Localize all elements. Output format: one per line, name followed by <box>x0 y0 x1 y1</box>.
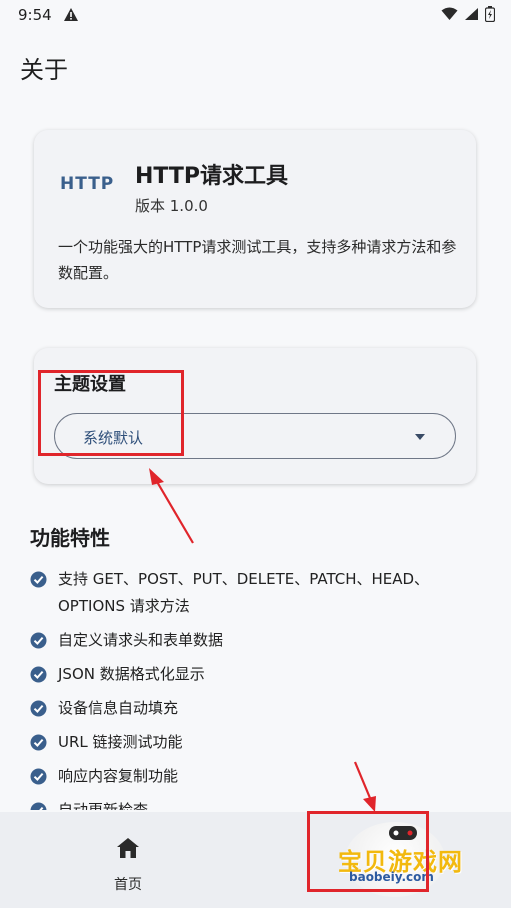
home-label: 首页 <box>114 877 142 893</box>
status-time: 9:54 <box>18 6 52 24</box>
check-icon <box>30 571 47 588</box>
app-version: 版本 1.0.0 <box>135 197 208 215</box>
feature-text: 自动更新检查 <box>58 801 149 810</box>
check-icon <box>30 768 47 785</box>
check-icon <box>30 632 47 649</box>
wifi-icon <box>441 7 458 20</box>
page-title: 关于 <box>20 56 68 84</box>
feature-item: 自动更新检查 <box>30 797 490 810</box>
app-logo: HTTP <box>60 174 115 194</box>
features-title: 功能特性 <box>30 526 110 550</box>
feature-text: 设备信息自动填充 <box>58 699 179 717</box>
feature-item: 自定义请求头和表单数据 <box>30 627 490 654</box>
warning-icon <box>64 8 78 21</box>
check-icon <box>30 666 47 683</box>
signal-icon <box>465 8 478 20</box>
battery-icon <box>485 6 495 22</box>
home-icon <box>117 838 139 858</box>
feature-text: 支持 GET、POST、PUT、DELETE、PATCH、HEAD、OPTION… <box>58 570 430 615</box>
feature-text: 响应内容复制功能 <box>58 767 179 785</box>
check-icon <box>30 734 47 751</box>
app-name: HTTP请求工具 <box>135 164 289 189</box>
dropdown-arrow-icon <box>415 434 425 440</box>
app-info-card: HTTP HTTP请求工具 版本 1.0.0 一个功能强大的HTTP请求测试工具… <box>34 130 476 308</box>
annotation-box-nav <box>307 811 429 892</box>
status-bar: 9:54 <box>0 0 511 30</box>
feature-item: 设备信息自动填充 <box>30 695 490 722</box>
features-list: 支持 GET、POST、PUT、DELETE、PATCH、HEAD、OPTION… <box>30 566 490 810</box>
feature-text: JSON 数据格式化显示 <box>58 665 205 683</box>
system-icons <box>441 6 495 22</box>
annotation-box-theme <box>38 370 184 456</box>
tab-home[interactable]: 首页 <box>78 832 178 896</box>
feature-text: URL 链接测试功能 <box>58 733 183 751</box>
app-description: 一个功能强大的HTTP请求测试工具，支持多种请求方法和参数配置。 <box>58 238 457 282</box>
feature-item: 支持 GET、POST、PUT、DELETE、PATCH、HEAD、OPTION… <box>30 566 490 620</box>
feature-item: JSON 数据格式化显示 <box>30 661 490 688</box>
check-icon <box>30 802 47 810</box>
feature-item: URL 链接测试功能 <box>30 729 490 756</box>
feature-item: 响应内容复制功能 <box>30 763 490 790</box>
feature-text: 自定义请求头和表单数据 <box>58 631 224 649</box>
check-icon <box>30 700 47 717</box>
